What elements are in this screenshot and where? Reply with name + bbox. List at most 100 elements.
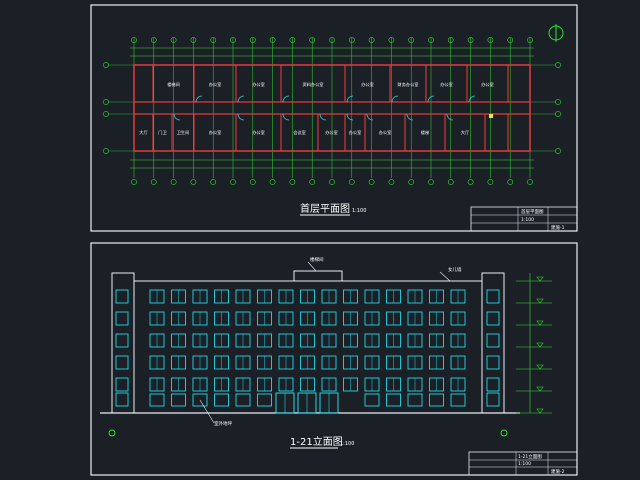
plan-axis-bubble-bottom	[487, 179, 494, 185]
window-icon	[149, 393, 165, 407]
plan-axis-bubble-left	[103, 111, 109, 117]
door-swing-icon	[446, 113, 454, 121]
plan-axis-bubble-right	[555, 148, 561, 154]
plan-axis-bubble-bottom	[230, 179, 236, 185]
plan-room-label: 办公室	[440, 81, 453, 88]
door-swing-icon	[391, 95, 399, 103]
plan-axis-bubble-bottom	[527, 179, 533, 185]
plan-axis-bubble-right	[555, 62, 561, 68]
elevation-title: 1-21立面图	[290, 435, 343, 448]
elevation-title-scale: 1:100	[340, 441, 354, 447]
plan-room-labels-bottom: 大厅 门卫 卫生间 办公室 办公室 会议室 办公室 办公室 办公室 楼梯 大厅	[139, 129, 469, 136]
plan-axis-grid	[103, 37, 561, 185]
plan-axis-bubble-left	[103, 62, 109, 68]
window-icon	[214, 393, 229, 407]
plan-axis-bubble-bottom	[289, 179, 296, 185]
elev-tb-name: 1-21立面图	[518, 453, 542, 460]
tower-window-icon	[115, 355, 129, 370]
tower-window-icon	[486, 392, 500, 407]
plan-axis-bubble-bottom	[329, 179, 335, 185]
left-stair-tower	[111, 272, 135, 414]
elevation-title-block: 1-21立面图 1:100 建施-2	[468, 451, 578, 476]
column-marker	[489, 114, 493, 118]
elev-tb-scale: 1:100	[518, 461, 531, 467]
plan-tb-name: 首层平面图	[521, 208, 544, 215]
plan-room-label: 会议室	[293, 129, 306, 136]
door-swing-icon	[173, 113, 181, 121]
plan-axis-bubble-bottom	[408, 179, 415, 185]
tower-window-icon	[486, 377, 500, 392]
plan-room-label: 办公室	[349, 129, 362, 136]
plan-title-scale: 1:100	[352, 208, 366, 214]
door-swing-icon	[195, 95, 203, 103]
tower-window-icon	[486, 289, 500, 304]
axis-bubble-1	[108, 429, 116, 437]
plan-tb-scale: 1:100	[521, 217, 534, 223]
plan-axis-bubble-bottom	[131, 179, 137, 185]
plan-axis-bubble-bottom	[150, 179, 157, 185]
window-icon	[450, 393, 466, 407]
stair-callout-leader	[307, 261, 317, 272]
plan-title-block: 首层平面图 1:100 建施-1	[470, 206, 578, 232]
door-swing-icon	[346, 113, 354, 121]
door-swing-icon	[319, 113, 327, 121]
plan-axis-bubble-bottom	[210, 179, 217, 185]
plan-room-label: 办公室	[252, 129, 265, 136]
window-icon	[257, 393, 272, 407]
level-marker-icon	[536, 386, 544, 392]
elev-tb-number: 建施-2	[551, 468, 565, 475]
elevation-sheet: 楼梯间 女儿墙 室外地坪 1-21立面图 1:100 1-21立面图 1:100…	[90, 242, 578, 476]
north-arrow-icon	[548, 24, 564, 42]
plan-axis-bubble-left	[103, 148, 109, 154]
stair-roof-label: 楼梯间	[310, 256, 324, 263]
window-icon	[364, 393, 380, 407]
plan-room-label: 办公室	[379, 129, 392, 136]
cad-drawing-canvas: 楼梯间 办公室 办公室 资料办公室 办公室 财务办公室 办公室 办公室 大厅 门卫 卫生间 办公室办…	[90, 4, 578, 476]
level-marker-icon	[536, 364, 544, 370]
window-icon	[171, 393, 186, 407]
elevation-building	[100, 270, 520, 414]
level-marker-icon	[536, 320, 544, 326]
tower-window-icon	[115, 377, 129, 392]
plan-axis-bubble-left	[103, 99, 109, 105]
door-swing-icon	[468, 95, 476, 103]
door-swing-icon	[346, 95, 354, 103]
plan-axis-bubble-bottom	[428, 179, 434, 185]
plan-room-label: 办公室	[252, 81, 265, 88]
plan-room-label: 办公室	[209, 81, 222, 88]
plan-room-labels-top: 楼梯间 办公室 办公室 资料办公室 办公室 财务办公室 办公室 办公室	[167, 81, 494, 88]
tower-window-icon	[486, 355, 500, 370]
plan-room-label: 财务办公室	[398, 81, 419, 88]
plan-axis-bubble-right	[555, 99, 561, 105]
plan-axis-bubble-bottom	[447, 179, 454, 185]
door-swing-icon	[282, 113, 290, 121]
plan-title: 首层平面图	[300, 202, 350, 215]
tower-window-icon	[115, 333, 129, 348]
axis-bubble-21	[500, 429, 508, 437]
plan-room-label: 大厅	[139, 129, 147, 136]
tower-window-icon	[115, 289, 129, 304]
roof-callout-leader	[439, 271, 451, 282]
elevation-doors	[275, 392, 339, 414]
plan-room-label: 办公室	[361, 81, 374, 88]
tower-window-icon	[115, 311, 129, 326]
plan-axis-bubble-bottom	[348, 179, 355, 185]
level-marker-icon	[536, 408, 544, 414]
elevation-windows	[115, 289, 500, 407]
plan-room-label: 卫生间	[177, 129, 190, 136]
plan-room-label: 办公室	[481, 81, 494, 88]
plan-tb-number: 建施-1	[551, 224, 565, 231]
plan-axis-bubble-bottom	[249, 179, 256, 185]
level-marker-icon	[536, 342, 544, 348]
plan-axis-bubble-right	[555, 111, 561, 117]
ground-label: 室外地坪	[214, 420, 232, 427]
tower-window-icon	[115, 392, 129, 407]
plan-room-label: 办公室	[325, 129, 338, 136]
plan-axis-bubble-bottom	[269, 179, 276, 185]
level-marker-icon	[536, 276, 544, 282]
plan-room-label: 门卫	[158, 129, 166, 136]
plan-room-label: 大厅	[461, 129, 469, 136]
tower-window-icon	[486, 333, 500, 348]
window-icon	[386, 393, 401, 407]
elevation-level-marks	[516, 273, 552, 414]
